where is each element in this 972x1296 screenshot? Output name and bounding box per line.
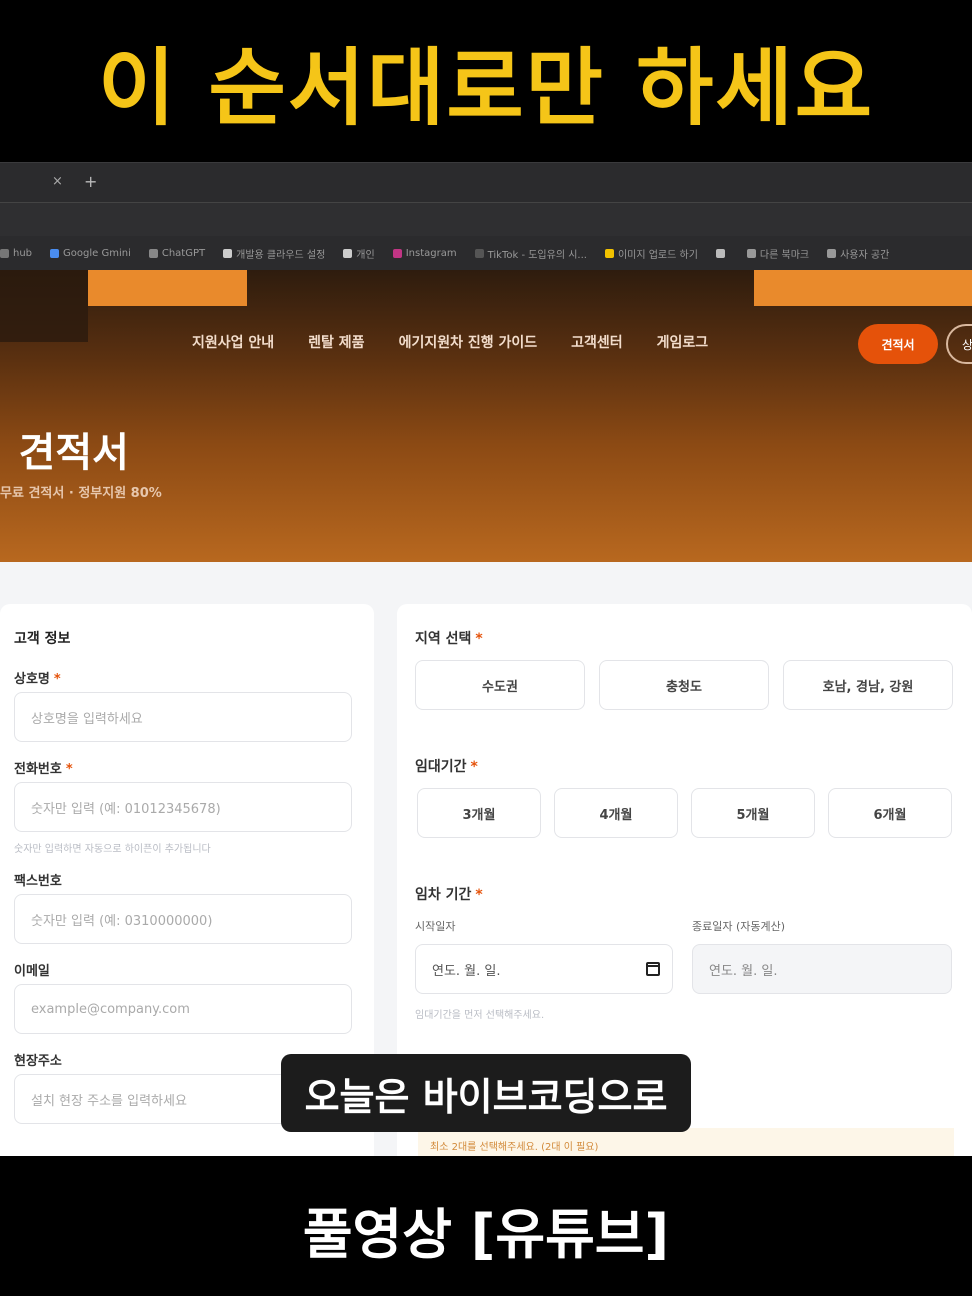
- bookmark-item[interactable]: TikTok - 도입유의 시...: [474, 246, 587, 261]
- bookmark-item[interactable]: [715, 248, 729, 258]
- fax-input[interactable]: 숫자만 입력 (예: 0310000000): [14, 894, 352, 944]
- bookmark-item[interactable]: 다른 북마크: [746, 246, 810, 261]
- bookmark-icon: [746, 248, 756, 258]
- bookmark-label: ChatGPT: [161, 247, 206, 259]
- period-option-5[interactable]: 5개월: [691, 788, 815, 838]
- region-option-capital[interactable]: 수도권: [415, 660, 585, 710]
- nav-item-support[interactable]: 지원사업 안내: [192, 332, 274, 352]
- address-label: 현장주소: [14, 1054, 62, 1069]
- region-option-chungcheong[interactable]: 충청도: [599, 660, 769, 710]
- bookmark-icon: [604, 248, 614, 258]
- bookmark-label: hub: [13, 247, 33, 259]
- bookmark-item[interactable]: Instagram: [392, 247, 457, 259]
- phone-label: 전화번호 *: [14, 762, 73, 777]
- logo-area: [0, 270, 88, 342]
- start-date-input[interactable]: 연도. 월. 일.: [415, 944, 673, 994]
- bookmark-icon: [474, 248, 484, 258]
- bookmark-label: Instagram: [405, 247, 457, 259]
- warning-banner: 최소 2대를 선택해주세요. (2대 이 필요): [418, 1128, 954, 1158]
- bookmark-item[interactable]: 개인: [343, 246, 375, 261]
- top-caption-text: 이 순서대로만 하세요: [97, 38, 874, 137]
- period-option-3[interactable]: 3개월: [417, 788, 541, 838]
- nav-item-log[interactable]: 게임로그: [657, 332, 709, 352]
- bookmark-label: Google Gmini: [63, 247, 131, 259]
- top-caption: 이 순서대로만 하세요: [0, 0, 972, 162]
- bookmark-icon: [50, 248, 60, 258]
- video-subtitle-text: 오늘은 바이브코딩으로: [304, 1074, 668, 1119]
- bookmark-item[interactable]: 이미지 업로드 하기: [604, 246, 698, 261]
- quote-button[interactable]: 견적서: [858, 324, 938, 364]
- bookmark-label: 사용자 공간: [840, 249, 890, 261]
- bookmark-icon: [0, 248, 9, 258]
- bookmark-item[interactable]: 개발용 클라우드 설정: [223, 246, 325, 261]
- period-option-4[interactable]: 4개월: [554, 788, 678, 838]
- bookmarks-bar: hub Google Gmini ChatGPT 개발용 클라우드 설정 개인 Insta…: [0, 236, 972, 270]
- bookmark-item[interactable]: ChatGPT: [148, 247, 206, 259]
- company-input[interactable]: 상호명을 입력하세요: [14, 692, 352, 742]
- address-bar[interactable]: [0, 202, 972, 236]
- bookmark-label: TikTok - 도입유의 시...: [487, 249, 587, 261]
- bottom-caption: 풀영상 [유튜브]: [0, 1156, 972, 1296]
- dates-label: 임차 기간 *: [415, 887, 483, 903]
- phone-input[interactable]: 숫자만 입력 (예: 01012345678): [14, 782, 352, 832]
- banner-strip-left: [88, 270, 247, 306]
- bookmark-icon: [715, 248, 725, 258]
- end-date-input: 연도. 월. 일.: [692, 944, 952, 994]
- page-subtitle: 무료 견적서 · 정부지원 80%: [0, 486, 162, 501]
- period-option-6[interactable]: 6개월: [828, 788, 952, 838]
- video-subtitle: 오늘은 바이브코딩으로: [281, 1054, 691, 1132]
- bookmark-icon: [827, 248, 837, 258]
- phone-hint: 숫자만 입력하면 자동으로 하이픈이 추가됩니다: [14, 844, 211, 855]
- bookmark-item[interactable]: hub: [0, 248, 32, 259]
- bottom-caption-text: 풀영상 [유튜브]: [302, 1203, 670, 1266]
- nav-item-guide[interactable]: 에기지원차 진행 가이드: [399, 332, 538, 352]
- browser-tab-bar: × +: [0, 162, 972, 202]
- bookmark-icon: [343, 248, 353, 258]
- period-label: 임대기간 *: [415, 759, 478, 775]
- bookmark-label: 개인: [356, 249, 375, 261]
- bookmark-label: 다른 북마크: [759, 249, 810, 261]
- region-label: 지역 선택 *: [415, 631, 483, 647]
- calendar-icon[interactable]: [646, 962, 660, 976]
- page-title: | 견적서: [0, 430, 129, 476]
- bookmark-icon: [223, 248, 233, 258]
- hero-section: 지원사업 안내 렌탈 제품 에기지원차 진행 가이드 고객센터 게임로그 견적서…: [0, 270, 972, 562]
- nav-item-customer-center[interactable]: 고객센터: [571, 332, 623, 352]
- email-label: 이메일: [14, 964, 50, 979]
- start-date-label: 시작일자: [415, 920, 456, 933]
- close-tab-icon[interactable]: ×: [52, 174, 63, 189]
- bookmark-icon: [148, 248, 158, 258]
- bookmark-label: 개발용 클라우드 설정: [236, 249, 326, 261]
- bookmark-label: 이미지 업로드 하기: [617, 249, 698, 261]
- nav-item-rental[interactable]: 렌탈 제품: [308, 332, 364, 352]
- bookmark-item[interactable]: 사용자 공간: [827, 246, 889, 261]
- bookmark-item[interactable]: Google Gmini: [50, 248, 131, 259]
- company-label: 상호명 *: [14, 672, 61, 687]
- section-title-customer: 고객 정보: [14, 631, 71, 647]
- email-input[interactable]: example@company.com: [14, 984, 352, 1034]
- fax-label: 팩스번호: [14, 874, 62, 889]
- banner-strip-right: [754, 270, 972, 306]
- main-nav: 지원사업 안내 렌탈 제품 에기지원차 진행 가이드 고객센터 게임로그: [192, 332, 708, 352]
- region-option-honam[interactable]: 호남, 경남, 강원: [783, 660, 953, 710]
- new-tab-icon[interactable]: +: [84, 172, 97, 191]
- end-date-label: 종료일자 (자동계산): [692, 920, 786, 933]
- bookmark-icon: [392, 248, 402, 258]
- start-date-value: 연도. 월. 일.: [432, 963, 501, 979]
- secondary-button[interactable]: 상: [946, 324, 972, 364]
- dates-hint: 임대기간을 먼저 선택해주세요.: [415, 1010, 545, 1021]
